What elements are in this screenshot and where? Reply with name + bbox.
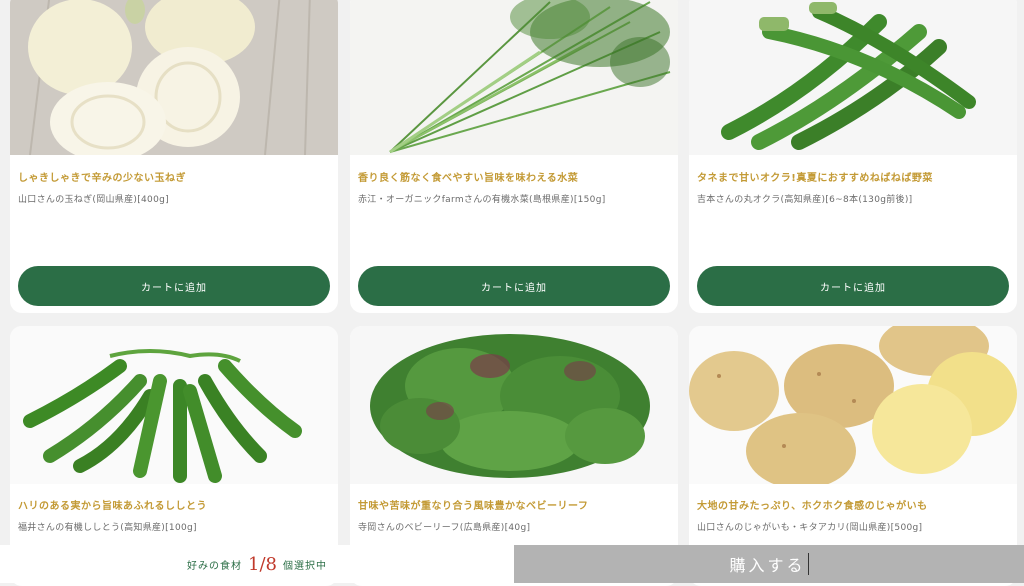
product-title: タネまで甘いオクラ!真夏におすすめねばねば野菜: [697, 173, 933, 184]
text-cursor: [807, 553, 809, 575]
selection-suffix: 個選択中: [282, 560, 327, 572]
add-to-cart-button[interactable]: カートに追加: [358, 266, 670, 306]
add-to-cart-button[interactable]: カートに追加: [18, 266, 330, 306]
product-detail: 福井さんの有機ししとう(高知県産)[100g]: [18, 523, 197, 533]
shishito-image: [10, 326, 338, 484]
potato-image: [689, 326, 1017, 484]
product-grid: しゃきしゃきで辛みの少ない玉ねぎ 山口さんの玉ねぎ(岡山県産)[400g] カー…: [0, 0, 1024, 586]
product-detail: 吉本さんの丸オクラ(高知県産)[6~8本(130g前後)]: [697, 195, 913, 205]
product-title: 大地の甘みたっぷり、ホクホク食感のじゃがいも: [697, 501, 928, 512]
product-card: タネまで甘いオクラ!真夏におすすめねばねば野菜 吉本さんの丸オクラ(高知県産)[…: [689, 0, 1017, 313]
okra-image: [689, 0, 1017, 155]
product-card: しゃきしゃきで辛みの少ない玉ねぎ 山口さんの玉ねぎ(岡山県産)[400g] カー…: [10, 0, 338, 313]
purchase-button[interactable]: 購入する: [514, 545, 1024, 583]
product-title: 甘味や苦味が重なり合う風味豊かなベビーリーフ: [358, 501, 589, 512]
onion-image: [10, 0, 338, 155]
product-detail: 寺岡さんのベビーリーフ(広島県産)[40g]: [358, 523, 531, 533]
selection-counter: 好みの食材 1/8 個選択中: [0, 545, 514, 583]
product-detail: 山口さんの玉ねぎ(岡山県産)[400g]: [18, 195, 169, 205]
product-detail: 赤江・オーガニックfarmさんの有機水菜(島根県産)[150g]: [358, 195, 606, 205]
selection-count: 1/8: [248, 553, 277, 575]
baby-leaf-image: [350, 326, 678, 484]
product-card: 香り良く筋なく食べやすい旨味を味わえる水菜 赤江・オーガニックfarmさんの有機…: [350, 0, 678, 313]
add-to-cart-button[interactable]: カートに追加: [697, 266, 1009, 306]
purchase-button-label: 購入する: [729, 556, 806, 575]
mizuna-image: [350, 0, 678, 155]
product-title: しゃきしゃきで辛みの少ない玉ねぎ: [18, 173, 186, 184]
product-title: ハリのある実から旨味あふれるししとう: [18, 501, 207, 512]
product-detail: 山口さんのじゃがいも・キタアカリ(岡山県産)[500g]: [697, 523, 923, 533]
selection-label: 好みの食材: [187, 560, 243, 572]
product-title: 香り良く筋なく食べやすい旨味を味わえる水菜: [358, 173, 579, 184]
